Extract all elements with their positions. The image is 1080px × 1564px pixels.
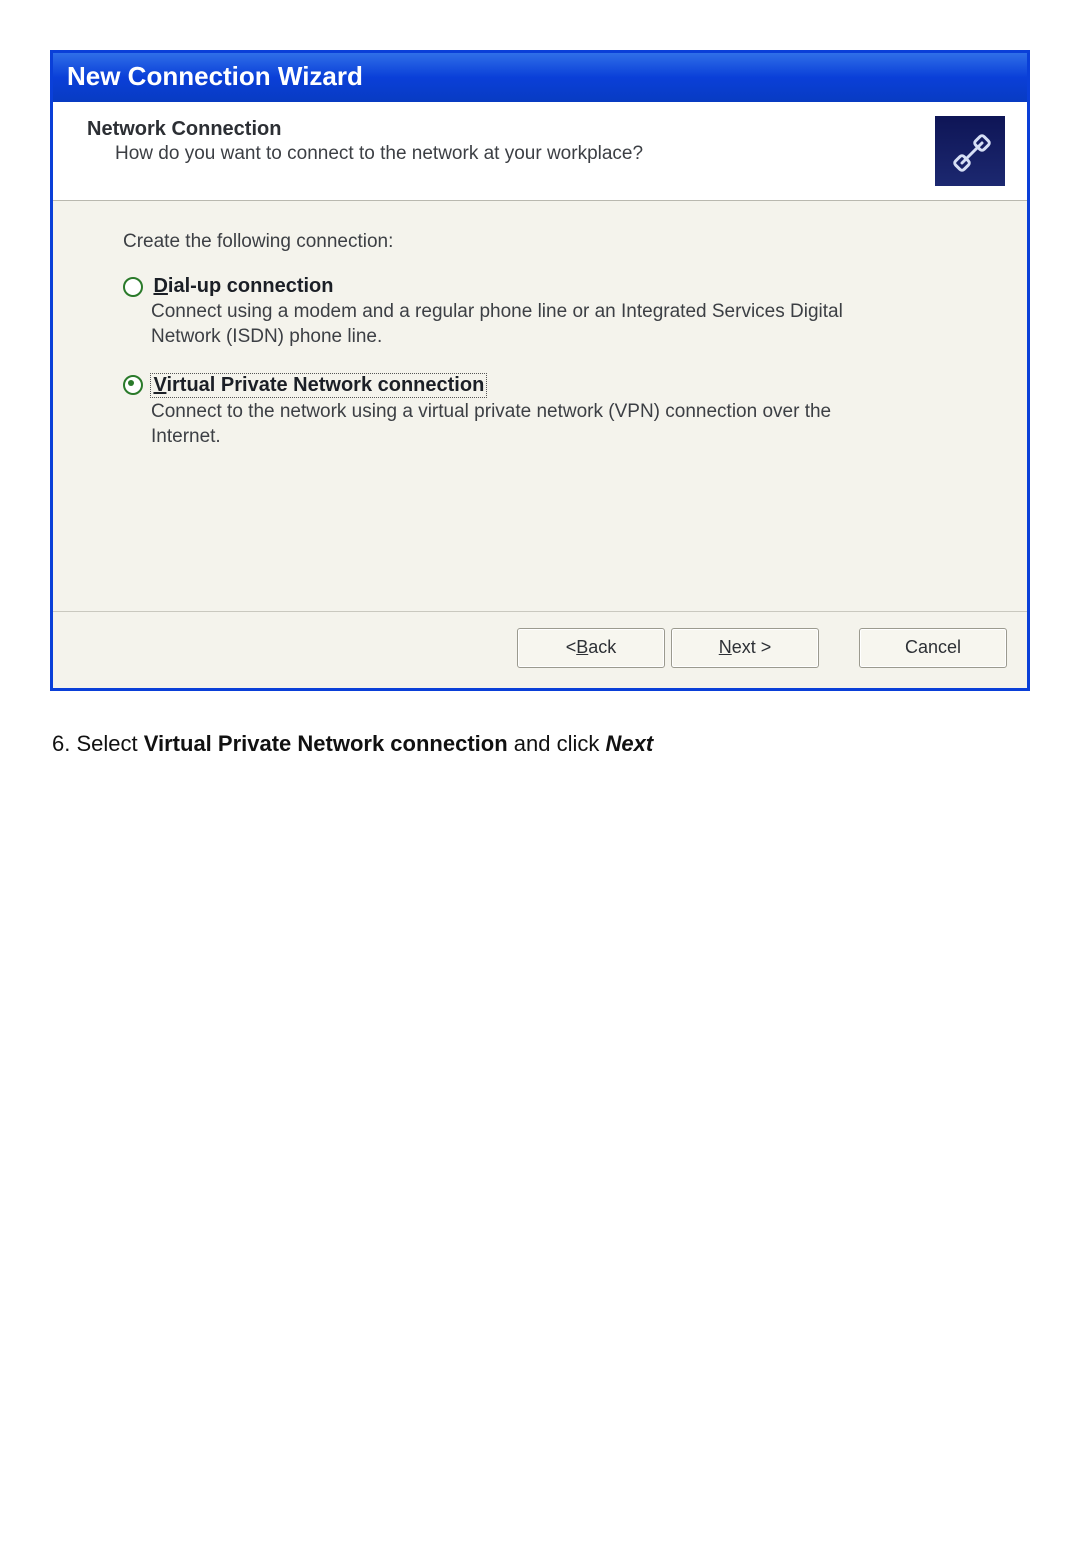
titlebar: New Connection Wizard: [53, 53, 1027, 102]
option-vpn-desc: Connect to the network using a virtual p…: [151, 400, 891, 449]
wizard-header: Network Connection How do you want to co…: [53, 102, 1027, 201]
prompt-text: Create the following connection:: [123, 231, 1005, 253]
wizard-body: Create the following connection: Dial-up…: [53, 201, 1027, 611]
option-dialup-label[interactable]: Dial-up connection: [153, 275, 333, 298]
wizard-footer: < Back Next > Cancel: [53, 611, 1027, 688]
option-vpn: Virtual Private Network connection Conne…: [123, 373, 1005, 449]
option-dialup: Dial-up connection Connect using a modem…: [123, 275, 1005, 349]
window-title: New Connection Wizard: [67, 61, 363, 91]
option-vpn-label[interactable]: Virtual Private Network connection: [150, 373, 487, 398]
page-title: Network Connection: [87, 118, 935, 141]
wizard-window: New Connection Wizard Network Connection…: [50, 50, 1030, 691]
option-dialup-desc: Connect using a modem and a regular phon…: [151, 300, 891, 349]
next-button[interactable]: Next >: [671, 628, 819, 668]
radio-dialup[interactable]: [123, 277, 143, 297]
radio-vpn[interactable]: [123, 375, 143, 395]
connection-icon: [935, 116, 1005, 186]
cancel-button[interactable]: Cancel: [859, 628, 1007, 668]
page-subtitle: How do you want to connect to the networ…: [87, 143, 935, 165]
back-button[interactable]: < Back: [517, 628, 665, 668]
instruction-text: 6. Select Virtual Private Network connec…: [50, 731, 1030, 757]
